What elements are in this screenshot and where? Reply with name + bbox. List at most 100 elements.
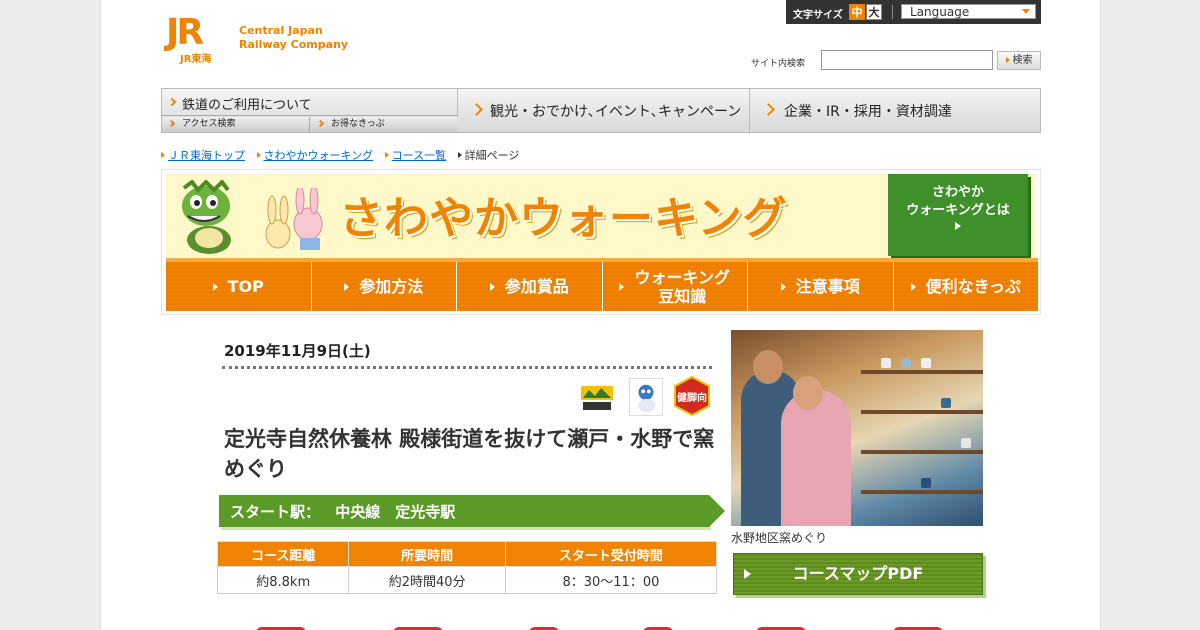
company-name: Central Japan Railway Company [239,24,348,52]
triangle-icon [744,569,751,579]
tab-useful-tickets[interactable]: 便利なきっぷ [893,262,1038,311]
chevron-right-icon [167,119,176,128]
pottery [921,478,931,488]
tab-walking-tips[interactable]: ウォーキング 豆知識 [602,262,748,311]
shelf [861,450,983,454]
font-size-label: 文字サイズ [793,10,843,21]
site-search-label: サイト内検索 [751,59,806,69]
triangle-icon [344,282,350,291]
company-name-line2: Railway Company [239,38,349,51]
course-photo [731,330,983,526]
shelf [861,370,983,374]
breadcrumb-link-walking[interactable]: さわやかウォーキング [264,149,374,162]
shelf [861,490,983,494]
breadcrumb: ＪＲ東海トップ さわやかウォーキング コース一覧 詳細ページ [161,147,535,163]
start-station-label: スタート駅： [230,503,321,521]
triangle-icon [212,282,218,291]
nav-discount-tickets[interactable]: お得なきっぷ [311,117,458,132]
header-distance: コース距離 [216,541,350,567]
divider [892,5,893,19]
banner-title: さわやかウォーキング [339,193,788,244]
triangle-icon [1005,57,1010,63]
person-silhouette [781,390,851,526]
nav-discount-tickets-label: お得なきっぷ [331,119,385,129]
site-search-input[interactable] [821,50,993,70]
nav-railway-main[interactable]: 鉄道のご利用について [162,89,458,116]
tab-how-to-join[interactable]: 参加方法 [311,262,457,311]
table-row: 約8.8km 約2時間40分 8：30～11：00 [216,566,718,594]
about-walking-line2: ウォーキングとは [906,203,1010,218]
event-date: 2019年11月9日(土) [224,342,371,360]
search-button[interactable]: 検索 [997,51,1041,70]
bar-notch [709,495,725,527]
pottery [881,358,891,368]
course-title: 定光寺自然休養林 殿様街道を抜けて瀬戸・水野で窯めぐり [224,427,715,481]
font-size-medium-button[interactable]: 中 [849,4,865,20]
utility-bar: 文字サイズ 中 大 Language [786,0,1041,24]
nav-corporate-label: 企業・IR・採用・資材調達 [784,104,952,120]
triangle-icon [161,152,165,158]
about-walking-button[interactable]: さわやか ウォーキングとは [888,174,1028,256]
triangle-icon [780,282,786,291]
breadcrumb-link-course-list[interactable]: コース一覧 [392,149,446,162]
experienced-walker-badge: 健脚向 [673,376,711,416]
value-distance: 約8.8km [216,566,350,594]
tab-notes-label: 注意事項 [795,277,860,296]
walking-banner: さわやかウォーキング さわやか ウォーキングとは TOP 参加方法 参加賞品 ウ… [161,169,1041,315]
header-start-time: スタート受付時間 [504,541,718,567]
tab-notes[interactable]: 注意事項 [748,262,894,311]
nav-tourism[interactable]: 観光・おでかけ､イベント､キャンペーン [458,89,750,132]
language-select[interactable]: Language [901,4,1036,19]
tab-how-to-join-label: 参加方法 [359,277,424,296]
course-map-pdf-label: コースマップPDF [792,564,924,583]
course-map-pdf-button[interactable]: コースマップPDF [733,553,983,595]
walking-section-nav: TOP 参加方法 参加賞品 ウォーキング 豆知識 注意事項 便利なきっぷ [166,258,1038,311]
jr-logo-mark: JR [166,12,204,53]
tab-useful-tickets-label: 便利なきっぷ [925,277,1021,296]
sightseeing-badge-icon [581,386,613,410]
health-badge-label: 健脚向 [677,393,707,404]
jr-tokai-text: JR東海 [180,54,212,65]
start-station-value: 中央線 定光寺駅 [335,503,456,521]
pottery [901,358,911,368]
breadcrumb-link-jr-top[interactable]: ＪＲ東海トップ [168,149,245,162]
about-walking-line1: さわやか [931,185,984,200]
rabbit-mascots-icon [265,188,323,250]
photo-caption: 水野地区窯めぐり [731,531,828,545]
language-label: Language [910,5,970,19]
tab-top[interactable]: TOP [166,262,312,311]
font-size-large-button[interactable]: 大 [866,4,882,20]
pottery [941,398,951,408]
tab-walking-tips-line2: 豆知識 [658,286,707,306]
nav-railway-label: 鉄道のご利用について [182,98,312,113]
kappa-mascot-icon [182,180,231,254]
tab-prizes[interactable]: 参加賞品 [457,262,603,311]
triangle-icon [384,152,389,158]
chevron-right-icon [167,97,177,107]
triangle-icon [619,282,625,291]
nav-access-search[interactable]: アクセス検索 [162,117,310,132]
header-duration: 所要時間 [348,541,506,567]
person-head [753,350,783,384]
nav-corporate[interactable]: 企業・IR・採用・資材調達 [750,89,1041,132]
dotted-divider [222,366,712,369]
chevron-right-icon [762,103,775,116]
value-duration: 約2時間40分 [348,566,506,594]
triangle-icon [256,152,261,158]
jr-central-logo[interactable]: JR JR東海 Central Japan Railway Company [166,12,366,66]
person-head [793,376,823,410]
breadcrumb-current: 詳細ページ [464,149,520,162]
value-start-time: 8：30～11：00 [504,566,718,594]
triangle-icon [457,152,462,158]
mascot-badge-icon [629,378,663,416]
nav-railway: 鉄道のご利用について アクセス検索 お得なきっぷ [162,89,458,132]
global-nav: 鉄道のご利用について アクセス検索 お得なきっぷ 観光・おでかけ､イベント､キャ… [161,88,1041,133]
company-name-line1: Central Japan [239,24,323,37]
search-button-label: 検索 [1012,55,1033,66]
tab-prizes-label: 参加賞品 [504,277,569,296]
nav-access-search-label: アクセス検索 [182,119,236,129]
nav-tourism-label: 観光・おでかけ､イベント､キャンペーン [490,104,742,120]
tab-walking-tips-line1: ウォーキング [634,267,731,287]
table-header-row: コース距離 所要時間 スタート受付時間 [216,541,718,567]
pottery [921,358,931,368]
